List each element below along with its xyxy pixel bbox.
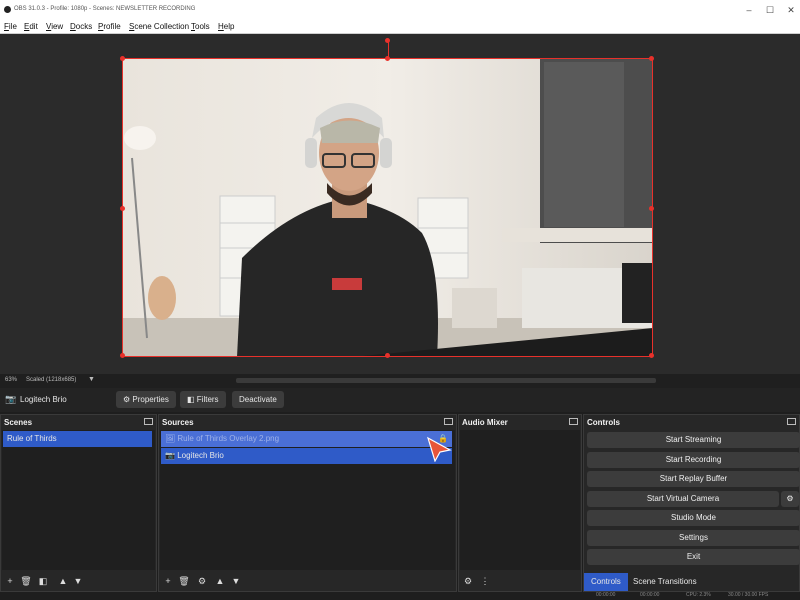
controls-dock: Controls Start Streaming Start Recording…: [583, 414, 800, 592]
scenes-toolbar: + 🗑 ◧ ▲ ▼: [1, 571, 156, 591]
audio-mixer-header: Audio Mixer: [462, 418, 508, 427]
filters-label: Filters: [196, 395, 219, 404]
zoom-level: 63%: [5, 377, 18, 383]
minimize-button[interactable]: –: [742, 4, 756, 16]
menu-tools[interactable]: Tools: [191, 22, 210, 31]
source-list: 🖼 Rule of Thirds Overlay 2.png 🔒 📷 Logit…: [160, 430, 455, 570]
tab-scene-transitions[interactable]: Scene Transitions: [626, 573, 704, 591]
undock-icon[interactable]: [569, 418, 578, 425]
add-scene-button[interactable]: +: [4, 575, 16, 587]
window-title: OBS 31.0.3 - Profile: 1080p - Scenes: NE…: [14, 6, 196, 12]
move-down-button[interactable]: ▼: [72, 575, 84, 587]
scene-item[interactable]: Rule of Thirds: [3, 431, 152, 447]
resize-handle-bottom[interactable]: [385, 353, 390, 358]
undock-icon[interactable]: [444, 418, 453, 425]
zoom-dropdown-icon[interactable]: ▼: [88, 376, 95, 383]
scene-filters-button[interactable]: ◧: [37, 575, 49, 587]
title-bar: OBS 31.0.3 - Profile: 1080p - Scenes: NE…: [0, 0, 800, 20]
resize-handle-right[interactable]: [649, 206, 654, 211]
scenes-dock: Scenes Rule of Thirds + 🗑 ◧ ▲ ▼: [0, 414, 157, 592]
menu-file[interactable]: File: [4, 22, 17, 31]
stream-time: 00:00:00: [596, 592, 616, 598]
obs-logo-icon: [4, 6, 11, 13]
close-button[interactable]: ✕: [784, 4, 798, 16]
filters-button[interactable]: ◧ Filters: [180, 391, 226, 408]
audio-mixer-dock: Audio Mixer ⚙ ⋮: [458, 414, 582, 592]
audio-settings-gear-icon[interactable]: ⚙: [462, 575, 474, 587]
start-streaming-button[interactable]: Start Streaming: [587, 432, 800, 448]
move-down-button[interactable]: ▼: [230, 575, 242, 587]
undock-icon[interactable]: [144, 418, 153, 425]
audio-mixer-toolbar: ⚙ ⋮: [459, 571, 581, 591]
image-icon: 🖼: [165, 434, 178, 443]
source-item[interactable]: 🖼 Rule of Thirds Overlay 2.png 🔒: [161, 431, 452, 447]
controls-header: Controls: [587, 418, 620, 427]
source-label: Rule of Thirds Overlay 2.png: [177, 434, 280, 443]
resize-handle-bottom-right[interactable]: [649, 353, 654, 358]
menu-help[interactable]: Help: [218, 22, 234, 31]
preview-zoom-bar: 63% Scaled (1218x685) ▼: [0, 374, 800, 388]
camera-icon: 📷: [165, 451, 178, 460]
preview-horizontal-scrollbar[interactable]: [236, 378, 656, 383]
remove-scene-button[interactable]: 🗑: [20, 575, 32, 587]
audio-mixer-panel: [460, 430, 580, 570]
resize-handle-top-left[interactable]: [120, 56, 125, 61]
tab-controls[interactable]: Controls: [584, 573, 628, 591]
record-time: 00:00:00: [640, 592, 660, 598]
source-bounding-box[interactable]: [120, 38, 654, 358]
menu-edit[interactable]: Edit: [24, 22, 38, 31]
move-up-button[interactable]: ▲: [57, 575, 69, 587]
cpu-usage: CPU: 2.3%: [686, 592, 711, 598]
sources-header: Sources: [162, 418, 194, 427]
properties-button[interactable]: ⚙ Properties: [116, 391, 176, 408]
menu-view[interactable]: View: [46, 22, 63, 31]
source-item[interactable]: 📷 Logitech Brio: [161, 448, 452, 464]
scene-list: Rule of Thirds: [2, 430, 155, 570]
scale-label: Scaled (1218x685): [26, 377, 77, 383]
menu-profile[interactable]: Profile: [98, 22, 121, 31]
maximize-button[interactable]: ☐: [763, 4, 777, 16]
resize-handle-bottom-left[interactable]: [120, 353, 125, 358]
filter-icon: ◧: [187, 395, 197, 404]
source-toolbar: 📷 Logitech Brio ⚙ Properties ◧ Filters D…: [0, 388, 800, 412]
rotation-handle-line: [388, 41, 389, 57]
menu-bar: File Edit View Docks Profile Scene Colle…: [0, 20, 800, 34]
start-virtual-camera-button[interactable]: Start Virtual Camera: [587, 491, 779, 507]
selected-source-name: Logitech Brio: [20, 395, 67, 404]
settings-button[interactable]: Settings: [587, 530, 800, 546]
camera-icon: 📷: [5, 394, 17, 404]
virtual-camera-gear-icon[interactable]: ⚙: [781, 491, 799, 507]
source-properties-gear-icon[interactable]: ⚙: [196, 575, 208, 587]
menu-docks[interactable]: Docks: [70, 22, 92, 31]
start-replay-buffer-button[interactable]: Start Replay Buffer: [587, 471, 800, 487]
remove-source-button[interactable]: 🗑: [178, 575, 190, 587]
undock-icon[interactable]: [787, 418, 796, 425]
menu-scene-collection[interactable]: Scene Collection: [129, 22, 189, 31]
exit-button[interactable]: Exit: [587, 549, 800, 565]
deactivate-button[interactable]: Deactivate: [232, 391, 284, 408]
status-bar: 00:00:00 00:00:00 CPU: 2.3% 30.00 / 30.0…: [0, 592, 800, 600]
sources-toolbar: + 🗑 ⚙ ▲ ▼: [159, 571, 456, 591]
fps-readout: 30.00 / 30.00 FPS: [728, 592, 769, 598]
rotation-handle[interactable]: [385, 38, 390, 43]
properties-label: Properties: [132, 395, 169, 404]
mouse-cursor-icon: [426, 436, 452, 462]
gear-icon: ⚙: [123, 395, 133, 404]
add-source-button[interactable]: +: [162, 575, 174, 587]
resize-handle-top-right[interactable]: [649, 56, 654, 61]
resize-handle-left[interactable]: [120, 206, 125, 211]
studio-mode-button[interactable]: Studio Mode: [587, 510, 800, 526]
more-options-icon[interactable]: ⋮: [479, 575, 491, 587]
scenes-header: Scenes: [4, 418, 33, 427]
move-up-button[interactable]: ▲: [214, 575, 226, 587]
sources-dock: Sources 🖼 Rule of Thirds Overlay 2.png 🔒…: [158, 414, 457, 592]
source-label: Logitech Brio: [177, 451, 224, 460]
start-recording-button[interactable]: Start Recording: [587, 452, 800, 468]
